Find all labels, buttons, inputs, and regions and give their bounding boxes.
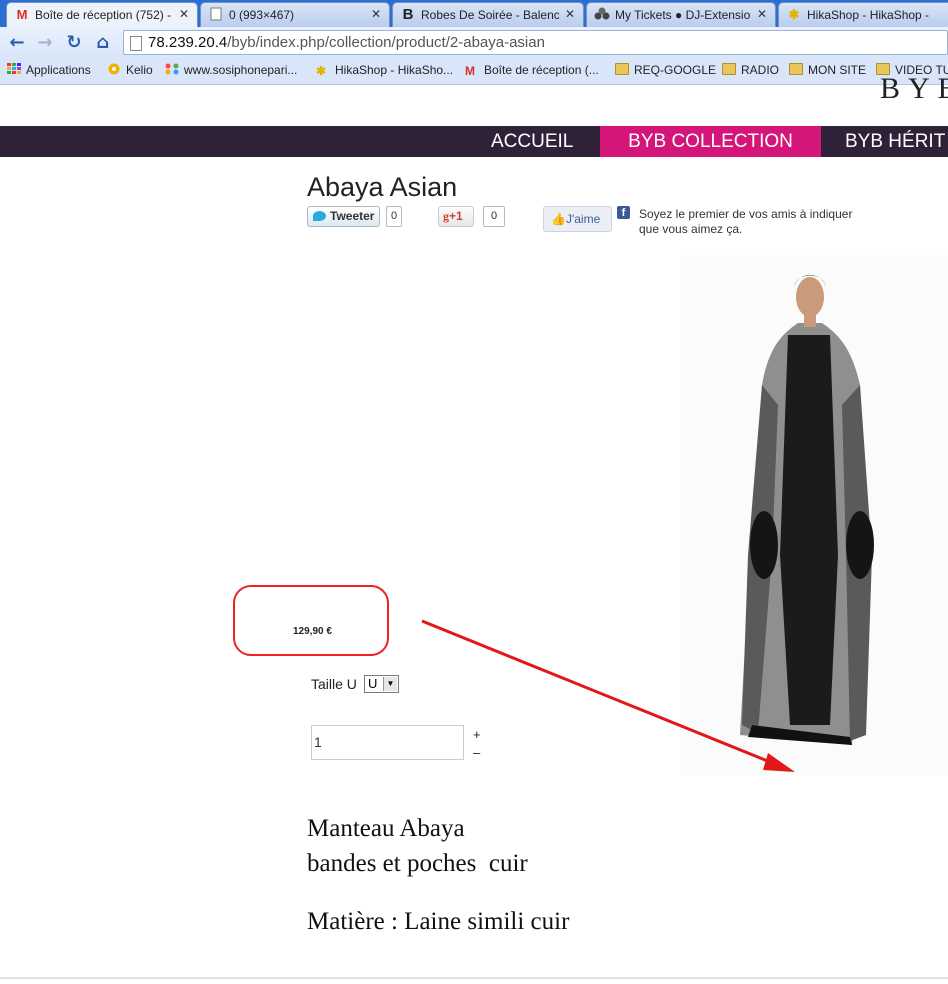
page-icon <box>208 7 224 23</box>
browser-tab-image[interactable]: 0 (993×467) ✕ <box>200 2 390 27</box>
hikashop-icon: ✱ <box>316 64 327 78</box>
folder-icon <box>615 63 629 75</box>
bookmark-folder-req-google[interactable]: REQ-GOOGLE <box>615 63 716 77</box>
twitter-bird-icon <box>313 211 326 221</box>
folder-icon <box>722 63 736 75</box>
forward-arrow-icon[interactable]: → <box>33 31 57 55</box>
browser-tab-tickets[interactable]: My Tickets ● DJ-Extension ✕ <box>586 2 776 27</box>
home-icon[interactable]: ⌂ <box>91 31 115 55</box>
hikashop-icon: ✱ <box>788 7 800 22</box>
thumbs-up-icon: 👍 <box>551 212 566 226</box>
kelio-icon <box>107 63 121 75</box>
browser-tabstrip: M Boîte de réception (752) - ✕ 0 (993×46… <box>0 0 948 27</box>
quantity-input[interactable]: 1 <box>311 725 464 760</box>
joomla-icon <box>165 63 179 75</box>
ticket-icon <box>594 7 610 23</box>
price-highlight-annotation <box>233 585 389 656</box>
size-select[interactable]: U ▼ <box>364 675 399 693</box>
browser-tab-gmail[interactable]: M Boîte de réception (752) - ✕ <box>6 2 198 27</box>
bookmark-folder-radio[interactable]: RADIO <box>722 63 779 77</box>
gplus-button[interactable]: g+1 <box>438 206 474 227</box>
bookmark-gmail[interactable]: M Boîte de réception (... <box>465 63 599 78</box>
bookmark-hikashop[interactable]: ✱ HikaShop - HikaSho... <box>316 63 453 78</box>
bookmark-kelio[interactable]: Kelio <box>107 63 153 77</box>
product-price: 129,90 € <box>293 626 332 637</box>
quantity-plus-button[interactable]: + <box>473 727 481 742</box>
nav-item-byb-collection[interactable]: BYB COLLECTION <box>600 126 821 157</box>
bookmark-folder-mon-site[interactable]: MON SITE <box>789 63 866 77</box>
facebook-like-text: Soyez le premier de vos amis à indiquer … <box>639 207 853 236</box>
address-url: 78.239.20.4/byb/index.php/collection/pro… <box>148 34 545 51</box>
gmail-icon: M <box>465 64 475 78</box>
gplus-count: 0 <box>483 206 505 227</box>
close-tab-icon[interactable]: ✕ <box>565 7 575 21</box>
site-navigation: ACCUEIL BYB COLLECTION BYB HÉRIT <box>0 126 948 157</box>
close-tab-icon[interactable]: ✕ <box>757 7 767 21</box>
site-logo[interactable]: BYB <box>880 72 948 106</box>
close-tab-icon[interactable]: ✕ <box>179 7 189 21</box>
tweet-count: 0 <box>386 206 402 227</box>
b-icon: B <box>402 6 414 23</box>
product-description-line: bandes et poches cuir <box>307 850 528 877</box>
close-tab-icon[interactable]: ✕ <box>371 7 381 21</box>
gmail-icon: M <box>16 7 28 22</box>
nav-item-byb-heritage[interactable]: BYB HÉRIT <box>845 126 945 157</box>
browser-tab-hikashop[interactable]: ✱ HikaShop - HikaShop - Re <box>778 2 948 27</box>
facebook-icon: f <box>617 206 630 219</box>
product-title: Abaya Asian <box>307 172 458 202</box>
dropdown-arrow-icon: ▼ <box>383 677 397 691</box>
footer-divider <box>0 977 948 979</box>
size-label: Taille U <box>311 676 357 692</box>
browser-tab-robes[interactable]: B Robes De Soirée - Balencia ✕ <box>392 2 584 27</box>
page-icon <box>130 36 142 51</box>
tweet-button[interactable]: Tweeter <box>307 206 380 227</box>
product-material: Matière : Laine simili cuir <box>307 908 570 935</box>
address-bar[interactable]: 78.239.20.4/byb/index.php/collection/pro… <box>123 30 948 55</box>
bookmark-sosiphone[interactable]: www.sosiphonepari... <box>165 63 297 77</box>
product-image <box>680 255 948 775</box>
nav-item-accueil[interactable]: ACCUEIL <box>491 126 573 157</box>
back-arrow-icon[interactable]: ← <box>5 31 29 55</box>
product-description-line: Manteau Abaya <box>307 815 465 842</box>
quantity-minus-button[interactable]: – <box>473 745 480 760</box>
bookmarks-bar: Applications Kelio www.sosiphonepari... … <box>0 59 948 85</box>
facebook-like-button[interactable]: 👍J'aime <box>543 206 612 232</box>
apps-icon <box>7 63 21 75</box>
reload-icon[interactable]: ↻ <box>62 31 86 55</box>
folder-icon <box>789 63 803 75</box>
bookmark-applications[interactable]: Applications <box>7 63 91 77</box>
